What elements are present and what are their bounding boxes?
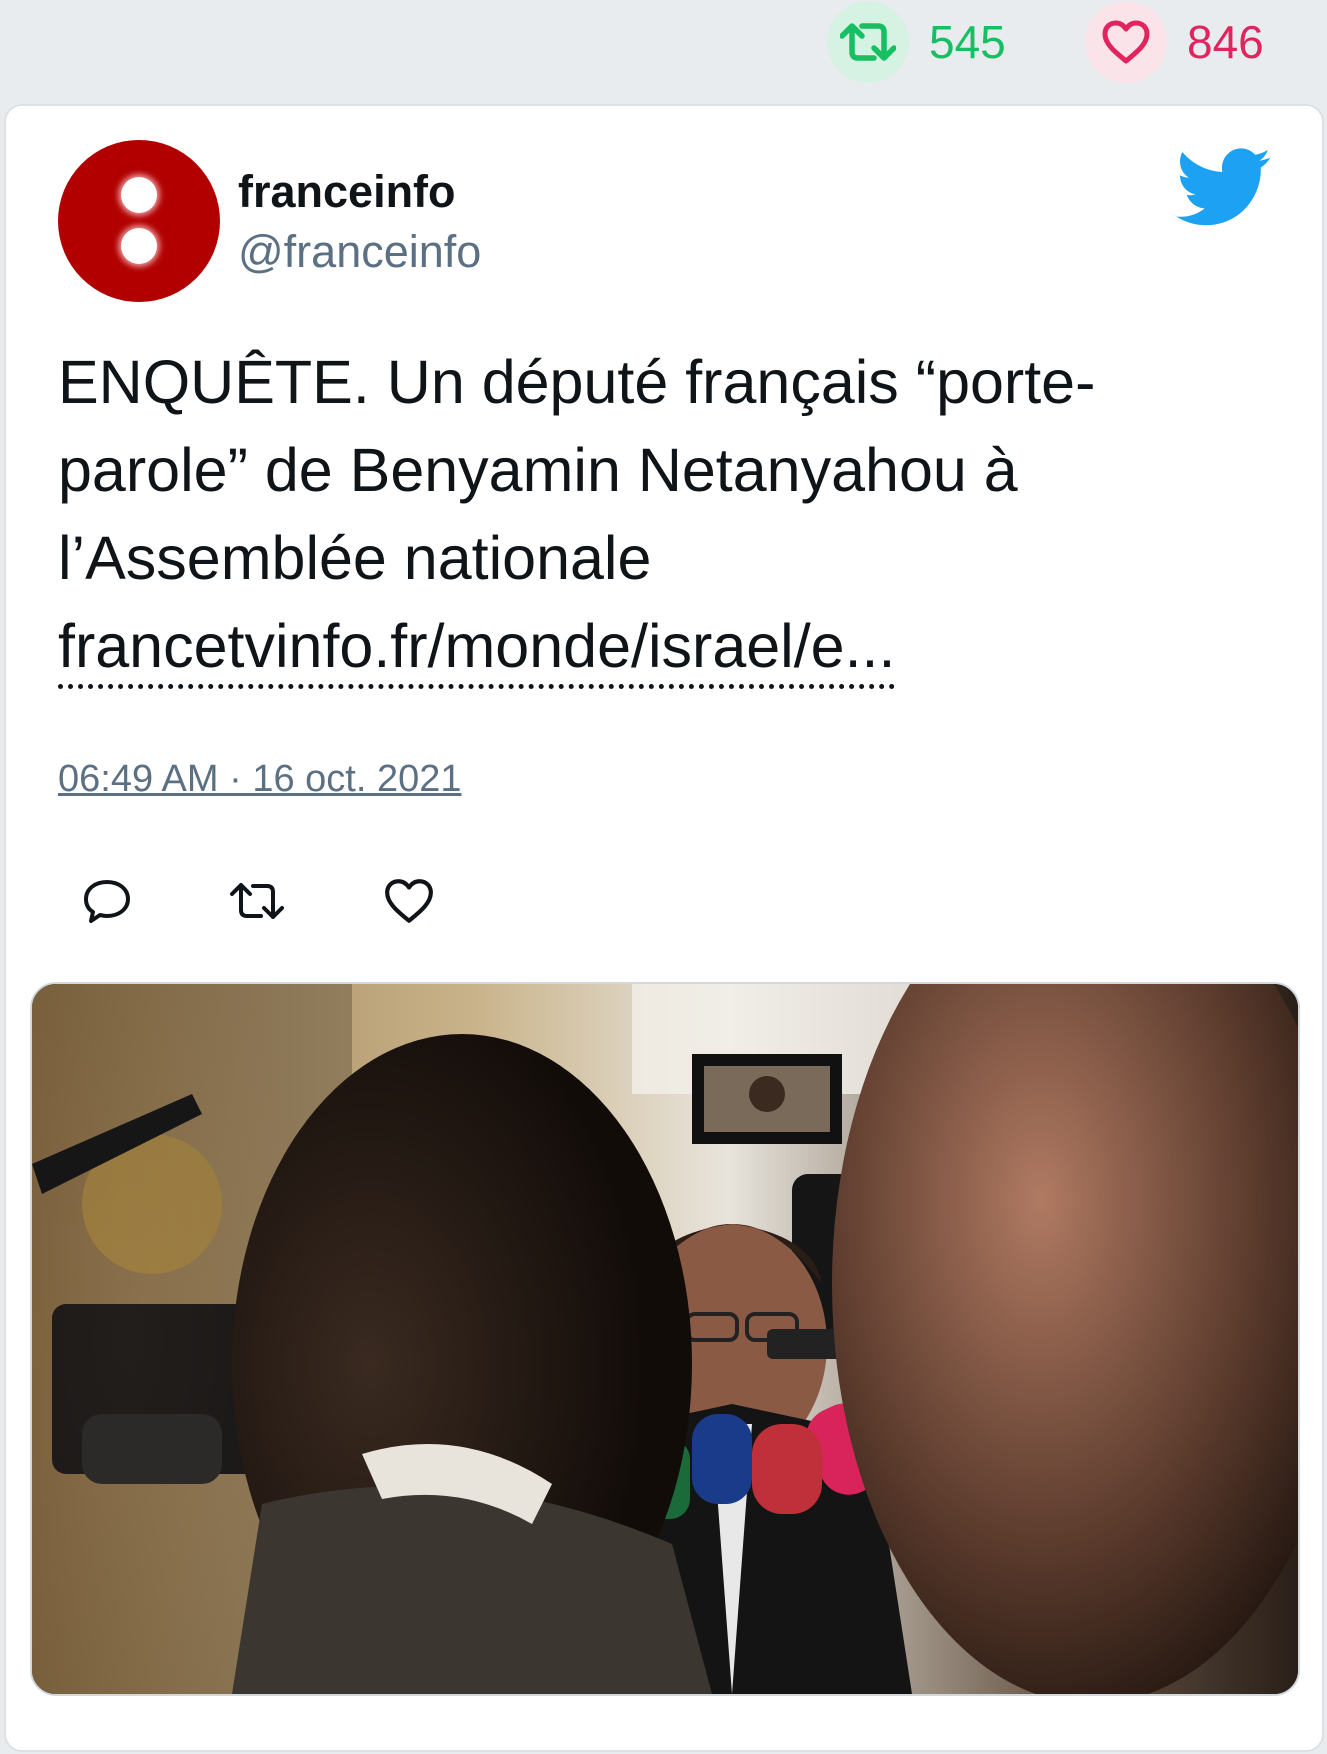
like-stat[interactable]: 846 [1085,0,1264,84]
tweet-link[interactable]: francetvinfo.fr/monde/israel/e... [58,608,896,689]
author-handle[interactable]: @franceinfo [238,226,481,278]
retweet-icon [827,1,909,83]
tweet-text-line: parole” de Benyamin Netanyahou à [58,436,1018,504]
tweet-text-line: l’Assemblée nationale [58,524,652,592]
avatar[interactable] [58,140,220,302]
franceinfo-logo-dot [121,177,157,213]
twitter-bird-icon[interactable] [1176,148,1272,233]
retweet-count: 545 [929,16,1006,68]
franceinfo-logo-dot [121,228,157,264]
heart-icon [1085,1,1167,83]
press-photo [32,984,1298,1694]
reply-button[interactable] [72,866,142,936]
engagement-stats-bar: 545 846 [0,0,1327,100]
like-button[interactable] [374,866,444,936]
retweet-icon [230,883,284,919]
reply-icon [84,880,130,923]
retweet-stat[interactable]: 545 [827,0,1006,84]
tweet-timestamp[interactable]: 06:49 AM · 16 oct. 2021 [58,758,462,801]
heart-icon [385,879,433,923]
tweet-media-photo[interactable] [30,982,1300,1696]
tweet-text-line: ENQUÊTE. Un député français “porte- [58,348,1096,416]
tweet-card[interactable]: franceinfo @franceinfo ENQUÊTE. Un déput… [4,104,1324,1752]
tweet-text: ENQUÊTE. Un député français “porte- paro… [58,338,1278,690]
like-count: 846 [1187,16,1264,68]
retweet-button[interactable] [222,866,292,936]
author-name[interactable]: franceinfo [238,166,456,218]
